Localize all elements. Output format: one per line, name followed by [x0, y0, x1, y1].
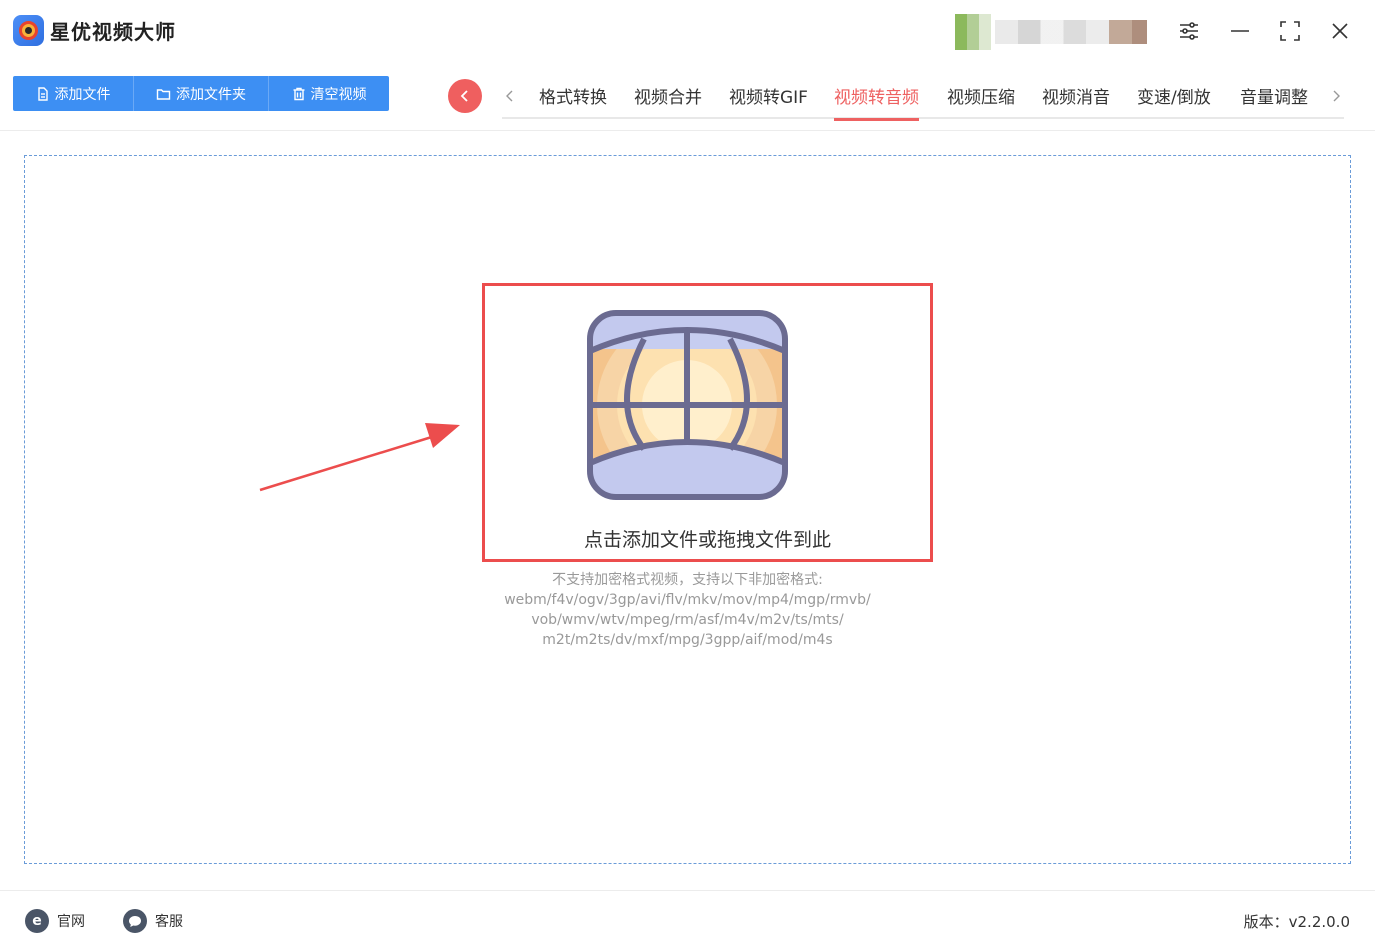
drop-zone-label[interactable]: 点击添加文件或拖拽文件到此 [482, 525, 933, 552]
sliders-icon [1180, 22, 1198, 40]
tab-video-mute[interactable]: 视频消音 [1042, 83, 1110, 119]
minimize-icon [1231, 30, 1249, 32]
support-label: 客服 [155, 914, 183, 930]
trash-icon [293, 87, 304, 100]
clear-videos-button[interactable]: 清空视频 [269, 76, 389, 111]
title-bar: 星优视频大师 [0, 0, 1375, 62]
tabs-prev-button[interactable] [502, 86, 518, 106]
folder-icon [156, 88, 171, 100]
close-button[interactable] [1324, 15, 1356, 47]
footer-divider [0, 890, 1375, 891]
tab-video-merge[interactable]: 视频合并 [634, 83, 702, 119]
add-folder-button[interactable]: 添加文件夹 [134, 76, 269, 111]
chevron-left-icon [506, 90, 513, 102]
toolbar: 添加文件 添加文件夹 清空视频 [13, 76, 389, 111]
add-file-button[interactable]: 添加文件 [13, 76, 134, 111]
tab-video-compress[interactable]: 视频压缩 [947, 83, 1015, 119]
video-file-icon [587, 310, 788, 500]
close-icon [1332, 23, 1348, 39]
user-name-redacted[interactable] [995, 20, 1147, 44]
ie-icon: e [25, 909, 49, 933]
app-title: 星优视频大师 [50, 20, 176, 44]
chat-icon [123, 909, 147, 933]
maximize-icon [1280, 21, 1300, 41]
format-note-line: 不支持加密格式视频，支持以下非加密格式: [552, 572, 823, 588]
settings-button[interactable] [1173, 15, 1205, 47]
app-logo-icon [13, 15, 44, 46]
format-note-line: m2t/m2ts/dv/mxf/mpg/3gpp/aif/mod/m4s [542, 632, 833, 648]
format-note-line: vob/wmv/wtv/mpeg/rm/asf/m4v/m2v/ts/mts/ [531, 612, 844, 628]
website-link[interactable]: e 官网 [25, 908, 85, 934]
tab-video-to-gif[interactable]: 视频转GIF [729, 83, 808, 119]
tab-video-to-audio[interactable]: 视频转音频 [834, 83, 919, 121]
chevron-left-icon [460, 90, 468, 102]
back-button[interactable] [448, 79, 482, 113]
minimize-button[interactable] [1224, 15, 1256, 47]
support-link[interactable]: 客服 [123, 908, 183, 934]
maximize-button[interactable] [1274, 15, 1306, 47]
tab-speed-reverse[interactable]: 变速/倒放 [1137, 83, 1211, 119]
format-note-line: webm/f4v/ogv/3gp/avi/flv/mkv/mov/mp4/mgp… [504, 592, 871, 608]
tabs-next-button[interactable] [1328, 86, 1344, 106]
user-avatar[interactable] [955, 14, 991, 50]
app-window: 星优视频大师 添加文件 添加文件夹 清空视频 格式转换 视频合并 视频转GIF … [0, 0, 1375, 950]
add-folder-label: 添加文件夹 [176, 86, 246, 103]
website-label: 官网 [57, 914, 85, 930]
feature-tabs: 格式转换 视频合并 视频转GIF 视频转音频 视频压缩 视频消音 变速/倒放 音… [502, 76, 1344, 121]
add-file-label: 添加文件 [54, 86, 111, 103]
header-divider [0, 130, 1375, 131]
annotation-arrow [259, 423, 460, 492]
version-label: 版本：v2.2.0.0 [1243, 913, 1350, 931]
tab-volume-adjust[interactable]: 音量调整 [1240, 83, 1308, 119]
chevron-right-icon [1333, 90, 1340, 102]
clear-videos-label: 清空视频 [310, 86, 367, 103]
file-icon [37, 86, 48, 101]
tab-format-convert[interactable]: 格式转换 [539, 83, 607, 119]
supported-formats-note: 不支持加密格式视频，支持以下非加密格式: webm/f4v/ogv/3gp/av… [460, 570, 915, 650]
